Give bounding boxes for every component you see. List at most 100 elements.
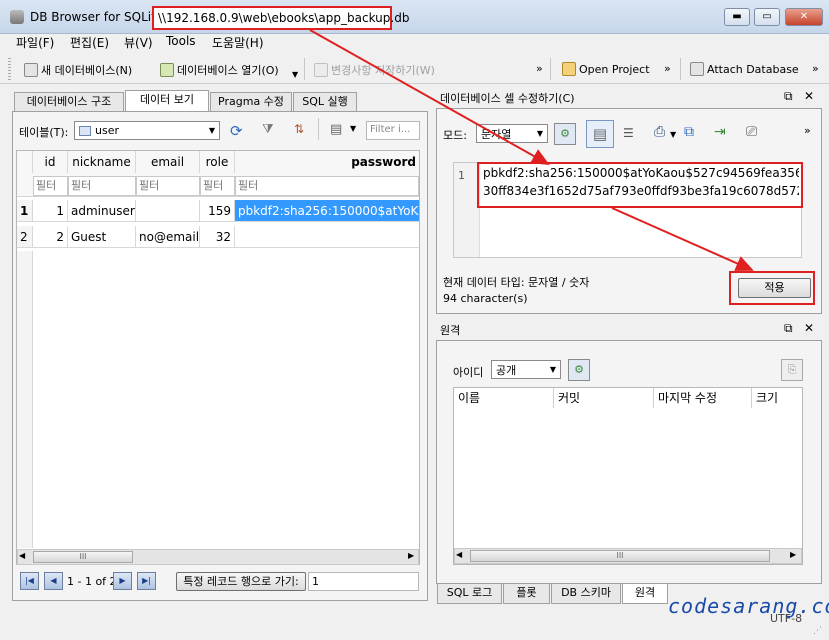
toolbar-overflow-2[interactable]: » — [664, 62, 671, 75]
cell-role[interactable]: 159 — [200, 200, 235, 222]
tab-edit-pragmas[interactable]: Pragma 수정 — [210, 92, 292, 112]
filter-email[interactable]: 필터 — [136, 176, 200, 196]
editor-overflow[interactable]: » — [804, 124, 811, 137]
apply-button[interactable]: 적용 — [738, 278, 811, 298]
cell-nickname[interactable]: Guest — [68, 226, 136, 248]
print-dropdown-icon[interactable]: ▼ — [350, 124, 356, 133]
print-icon[interactable]: ⎚ — [746, 124, 757, 140]
app-title: DB Browser for SQLite — [30, 10, 164, 24]
filter-input[interactable]: Filter i... — [366, 121, 420, 140]
write-changes-button[interactable]: 변경사항 저장하기(W) — [314, 62, 435, 78]
word-wrap-icon[interactable]: ▤ — [586, 120, 614, 148]
indent-icon[interactable]: ☰ — [623, 126, 634, 140]
float-icon[interactable]: ⧉ — [784, 321, 793, 336]
scroll-right-icon[interactable]: ▶ — [408, 551, 414, 560]
record-info: 1 - 1 of 2 — [67, 575, 117, 588]
watermark: codesarang.com — [668, 594, 829, 618]
tab-remote[interactable]: 원격 — [622, 584, 668, 604]
last-record-button[interactable]: ▶| — [137, 572, 156, 590]
close-icon[interactable]: ✕ — [804, 89, 814, 103]
identity-select[interactable]: 공개 ▼ — [491, 360, 561, 379]
scroll-left-icon[interactable]: ◀ — [19, 551, 25, 560]
open-database-button[interactable]: 데이터베이스 열기(O) — [160, 62, 279, 78]
sort-icon[interactable]: ⇅ — [294, 122, 304, 136]
menu-tools[interactable]: Tools — [166, 34, 196, 48]
toolbar-overflow-3[interactable]: » — [812, 62, 819, 75]
table-icon — [79, 125, 91, 136]
first-record-button[interactable]: |◀ — [20, 572, 39, 590]
char-count-label: 94 character(s) — [443, 292, 528, 305]
import-icon[interactable]: ⎙ — [654, 124, 665, 140]
filter-role[interactable]: 필터 — [200, 176, 235, 196]
scrollbar-thumb[interactable]: III — [470, 550, 770, 562]
tab-database-structure[interactable]: 데이터베이스 구조 — [14, 92, 124, 112]
remote-column-name[interactable]: 이름 — [454, 388, 554, 408]
tab-db-schema[interactable]: DB 스키마 — [551, 584, 621, 604]
goto-record-button[interactable]: 특정 레코드 행으로 가기: — [176, 572, 306, 591]
table-select[interactable]: user ▼ — [74, 121, 220, 140]
new-database-button[interactable]: 새 데이터베이스(N) — [24, 62, 132, 78]
remote-column-commit[interactable]: 커밋 — [554, 388, 654, 408]
menu-view[interactable]: 뷰(V) — [124, 34, 153, 51]
row-number[interactable]: 2 — [17, 226, 33, 248]
goto-record-input[interactable]: 1 — [308, 572, 419, 591]
print-icon[interactable]: ▤ — [330, 122, 342, 137]
set-null-icon[interactable]: ⇥ — [714, 124, 726, 140]
maximize-button[interactable]: ▭ — [754, 8, 780, 26]
certificate-icon[interactable]: ⚙ — [568, 359, 590, 381]
refresh-icon[interactable]: ⟳ — [230, 122, 243, 140]
toolbar-overflow-1[interactable]: » — [536, 62, 543, 75]
column-header-email[interactable]: email — [136, 151, 200, 173]
mode-select[interactable]: 문자열 ▼ — [476, 124, 548, 143]
cell-email[interactable] — [136, 200, 200, 222]
encoding-status: UTF-8 — [770, 612, 803, 625]
resize-grip[interactable]: ⋰ — [813, 626, 822, 636]
cell-password-selected[interactable]: pbkdf2:sha256:150000$atYoKaou — [235, 200, 419, 222]
cell-id[interactable]: 2 — [33, 226, 68, 248]
close-button[interactable]: ✕ — [785, 8, 823, 26]
cell-password[interactable] — [235, 226, 419, 248]
float-icon[interactable]: ⧉ — [784, 89, 793, 104]
open-project-button[interactable]: Open Project — [562, 62, 650, 76]
push-icon[interactable]: ⎘ — [781, 359, 803, 381]
file-path: \\192.168.0.9\web\ebooks\app_backup.db — [152, 6, 409, 30]
column-header-role[interactable]: role — [200, 151, 235, 173]
next-record-button[interactable]: ▶ — [113, 572, 132, 590]
menu-file[interactable]: 파일(F) — [16, 34, 54, 51]
filter-id[interactable]: 필터 — [33, 176, 68, 196]
row-number[interactable]: 1 — [17, 200, 33, 222]
open-database-dropdown-icon[interactable]: ▼ — [292, 70, 298, 79]
cell-id[interactable]: 1 — [33, 200, 68, 222]
tab-execute-sql[interactable]: SQL 실행 — [293, 92, 357, 112]
tab-browse-data[interactable]: 데이터 보기 — [125, 90, 209, 112]
attach-database-button[interactable]: Attach Database — [690, 62, 799, 76]
cell-email[interactable]: no@email — [136, 226, 200, 248]
attach-database-icon — [690, 62, 704, 76]
cell-value-line-1: pbkdf2:sha256:150000$atYoKaou$527c94569f… — [483, 166, 799, 180]
column-header-id[interactable]: id — [33, 151, 68, 173]
tab-plot[interactable]: 플롯 — [503, 584, 550, 604]
close-icon[interactable]: ✕ — [804, 321, 814, 335]
menu-edit[interactable]: 편집(E) — [70, 34, 109, 51]
tab-sql-log[interactable]: SQL 로그 — [437, 584, 502, 604]
cell-role[interactable]: 32 — [200, 226, 235, 248]
app-icon — [10, 10, 24, 24]
scroll-left-icon[interactable]: ◀ — [456, 550, 462, 559]
previous-record-button[interactable]: ◀ — [44, 572, 63, 590]
filter-password[interactable]: 필터 — [235, 176, 419, 196]
remote-column-modified[interactable]: 마지막 수정 — [654, 388, 752, 408]
column-header-nickname[interactable]: nickname — [68, 151, 136, 173]
clear-filters-icon[interactable]: ⧩ — [262, 122, 274, 137]
minimize-button[interactable]: ▬ — [724, 8, 750, 26]
import-dropdown-icon[interactable]: ▼ — [670, 130, 676, 139]
column-header-password[interactable]: password — [235, 151, 419, 173]
scrollbar-thumb[interactable]: III — [33, 551, 133, 563]
menu-help[interactable]: 도움말(H) — [212, 34, 264, 51]
filter-nickname[interactable]: 필터 — [68, 176, 136, 196]
auto-format-icon[interactable]: ⚙ — [554, 123, 576, 145]
remote-column-size[interactable]: 크기 — [752, 388, 802, 408]
export-icon[interactable]: ⧉ — [684, 124, 694, 140]
scroll-right-icon[interactable]: ▶ — [790, 550, 796, 559]
cell-nickname[interactable]: adminuser — [68, 200, 136, 222]
chevron-down-icon: ▼ — [208, 126, 215, 135]
